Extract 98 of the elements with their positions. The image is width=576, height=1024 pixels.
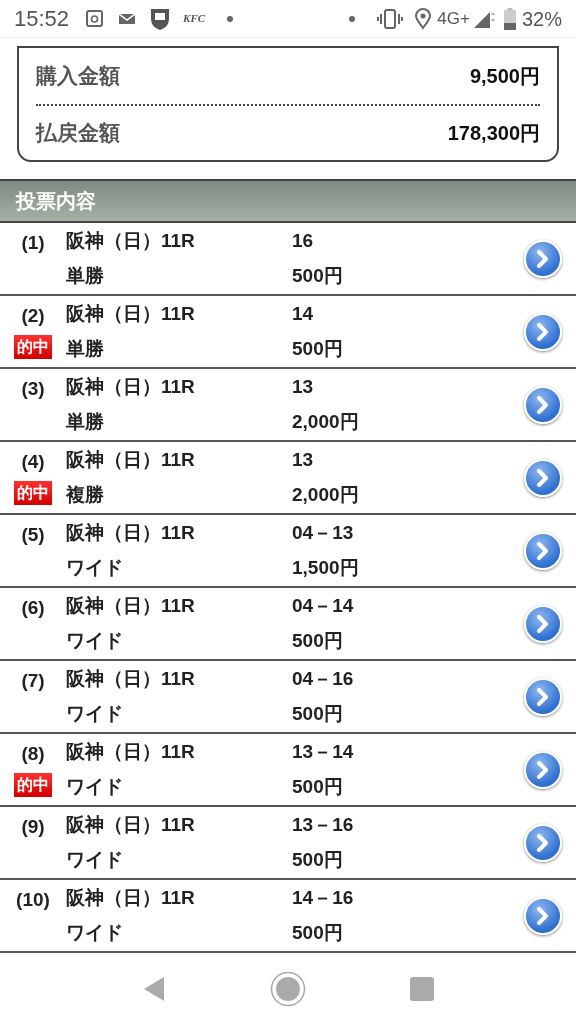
bet-amount: 500円 <box>292 628 344 653</box>
chevron-right-icon <box>536 249 550 268</box>
battery-icon <box>503 7 516 30</box>
bet-type: ワイド <box>66 628 124 653</box>
bet-amount: 500円 <box>292 847 344 872</box>
bet-amount: 500円 <box>292 774 344 799</box>
bet-amount: 2,000円 <box>292 409 360 434</box>
shield-icon <box>149 6 172 31</box>
app-logo: KFC <box>183 11 206 27</box>
bet-type: ワイド <box>66 920 124 945</box>
horse-numbers: 14－16 <box>292 886 355 910</box>
bet-amount: 500円 <box>292 920 344 945</box>
bet-row[interactable]: (10) 阪神（日）11R ワイド 14－16 500円 <box>0 880 576 953</box>
bet-amount: 500円 <box>292 336 344 361</box>
summary-value: 178,300円 <box>447 121 540 146</box>
chevron-right-icon <box>536 687 550 706</box>
detail-arrow-button[interactable] <box>524 312 562 351</box>
horse-numbers: 04－16 <box>292 667 355 691</box>
bet-number: (9) <box>21 815 45 839</box>
detail-arrow-button[interactable] <box>524 385 562 424</box>
bet-number: (2) <box>21 304 45 328</box>
horse-numbers: 14 <box>292 302 315 326</box>
detail-arrow-button[interactable] <box>524 604 562 643</box>
race-name: 阪神（日）11R <box>66 667 196 691</box>
mail-icon <box>119 13 136 24</box>
bet-amount: 500円 <box>292 263 344 288</box>
detail-arrow-button[interactable] <box>524 823 562 862</box>
chevron-right-icon <box>536 395 550 414</box>
vibrate-icon <box>377 7 404 30</box>
bet-number: (3) <box>21 377 45 401</box>
horse-numbers: 13－14 <box>292 740 355 764</box>
horse-numbers: 13－16 <box>292 813 355 837</box>
chevron-right-icon <box>536 322 550 341</box>
bet-number: (10) <box>16 888 50 912</box>
bet-type: 単勝 <box>66 263 105 288</box>
section-title: 投票内容 <box>16 189 96 214</box>
bet-type: ワイド <box>66 774 124 799</box>
bet-type: 単勝 <box>66 409 105 434</box>
bet-row[interactable]: (8) 的中 阪神（日）11R ワイド 13－14 500円 <box>0 734 576 807</box>
bet-row[interactable]: (9) 阪神（日）11R ワイド 13－16 500円 <box>0 807 576 880</box>
chevron-right-icon <box>536 468 550 487</box>
bet-row[interactable]: (2) 的中 阪神（日）11R 単勝 14 500円 <box>0 296 576 369</box>
race-name: 阪神（日）11R <box>66 886 196 910</box>
summary-label: 購入金額 <box>36 63 120 90</box>
bet-row[interactable]: (1) 阪神（日）11R 単勝 16 500円 <box>0 223 576 296</box>
horse-numbers: 04－14 <box>292 594 355 618</box>
bet-row[interactable]: (3) 阪神（日）11R 単勝 13 2,000円 <box>0 369 576 442</box>
race-name: 阪神（日）11R <box>66 448 196 472</box>
bet-amount: 500円 <box>292 701 344 726</box>
bet-amount: 1,500円 <box>292 555 360 580</box>
clock: 15:52 <box>14 5 70 33</box>
app-icon <box>85 8 106 29</box>
bet-row[interactable]: (6) 阪神（日）11R ワイド 04－14 500円 <box>0 588 576 661</box>
bet-row[interactable]: (4) 的中 阪神（日）11R 複勝 13 2,000円 <box>0 442 576 515</box>
chevron-right-icon <box>536 833 550 852</box>
chevron-right-icon <box>536 906 550 925</box>
location-icon <box>415 7 432 30</box>
race-name: 阪神（日）11R <box>66 594 196 618</box>
battery-percent: 32% <box>521 6 562 32</box>
bet-row[interactable]: (5) 阪神（日）11R ワイド 04－13 1,500円 <box>0 515 576 588</box>
race-name: 阪神（日）11R <box>66 813 196 837</box>
bet-row[interactable]: (7) 阪神（日）11R ワイド 04－16 500円 <box>0 661 576 734</box>
bet-type: ワイド <box>66 701 124 726</box>
bet-number: (8) <box>21 742 45 766</box>
detail-arrow-button[interactable] <box>524 677 562 716</box>
bet-type: 単勝 <box>66 336 105 361</box>
bet-number: (1) <box>21 231 45 255</box>
bet-amount: 2,000円 <box>292 482 360 507</box>
network-type: 4G+ <box>437 7 470 30</box>
bet-type: ワイド <box>66 555 124 580</box>
summary-value: 9,500円 <box>469 64 540 89</box>
hit-badge: 的中 <box>14 480 52 505</box>
bet-type: 複勝 <box>66 482 105 507</box>
chevron-right-icon <box>536 760 550 779</box>
bet-number: (4) <box>21 450 45 474</box>
race-name: 阪神（日）11R <box>66 302 196 326</box>
bet-number: (6) <box>21 596 45 620</box>
chevron-right-icon <box>536 614 550 633</box>
horse-numbers: 13 <box>292 448 315 472</box>
chevron-right-icon <box>536 541 550 560</box>
bet-number: (7) <box>21 669 45 693</box>
horse-numbers: 04－13 <box>292 521 355 545</box>
bet-number: (5) <box>21 523 45 547</box>
hit-badge: 的中 <box>14 334 52 359</box>
bet-type: ワイド <box>66 847 124 872</box>
race-name: 阪神（日）11R <box>66 229 196 253</box>
race-name: 阪神（日）11R <box>66 375 196 399</box>
detail-arrow-button[interactable] <box>524 239 562 278</box>
detail-arrow-button[interactable] <box>524 896 562 935</box>
summary-label: 払戻金額 <box>36 120 120 147</box>
detail-arrow-button[interactable] <box>524 458 562 497</box>
race-name: 阪神（日）11R <box>66 740 196 764</box>
horse-numbers: 16 <box>292 229 315 253</box>
race-name: 阪神（日）11R <box>66 521 196 545</box>
horse-numbers: 13 <box>292 375 315 399</box>
detail-arrow-button[interactable] <box>524 531 562 570</box>
detail-arrow-button[interactable] <box>524 750 562 789</box>
hit-badge: 的中 <box>14 772 52 797</box>
